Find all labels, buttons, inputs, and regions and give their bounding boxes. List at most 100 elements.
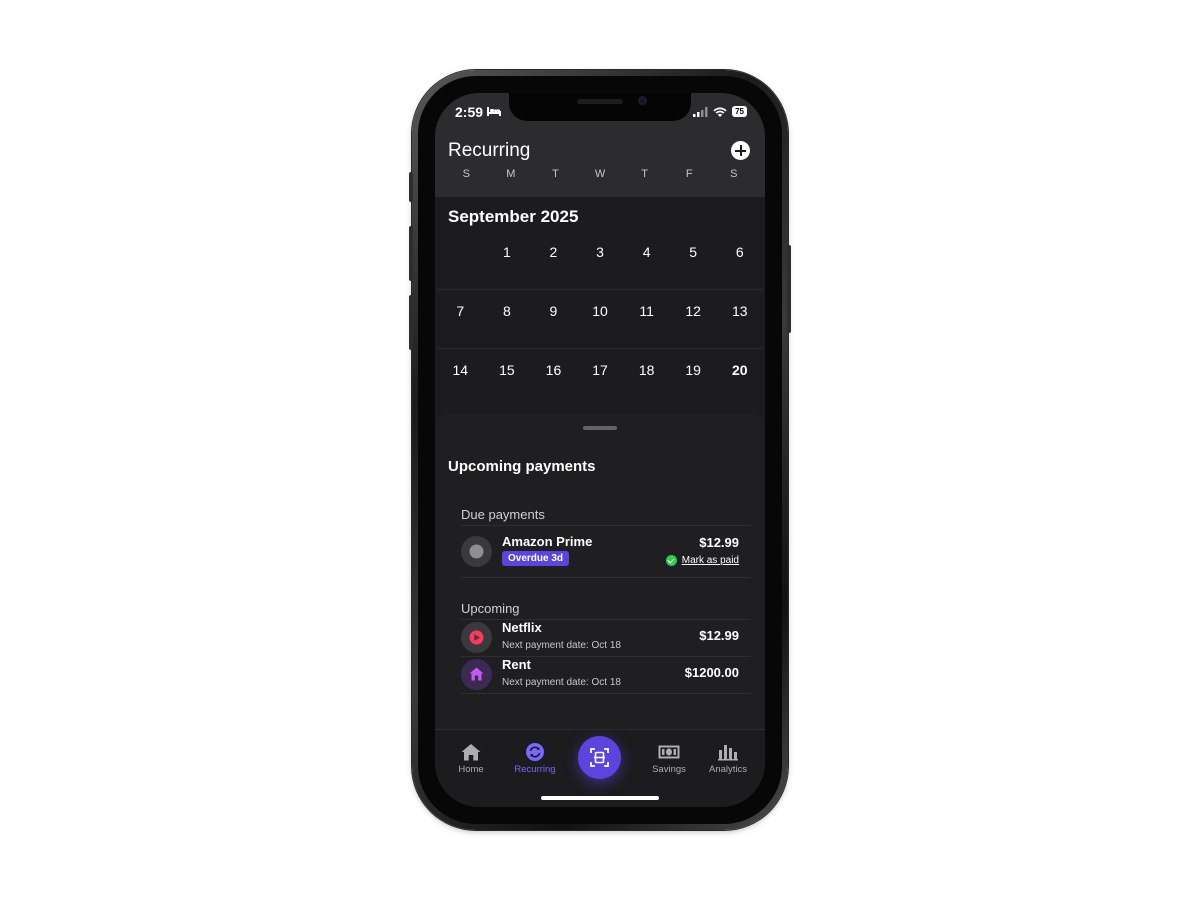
payment-icon: [461, 536, 492, 567]
tab-savings[interactable]: Savings: [639, 742, 699, 775]
sheet-grabber[interactable]: [583, 426, 617, 430]
sheet-title: Upcoming payments: [448, 458, 596, 475]
day-number: 13: [731, 303, 748, 319]
recurring-icon: [526, 743, 544, 761]
day-number: 17: [592, 362, 608, 378]
calendar-day[interactable]: 2: [530, 231, 577, 289]
overdue-badge: Overdue 3d: [502, 551, 570, 566]
day-number: 1: [502, 244, 511, 260]
payment-row-netflix[interactable]: Netflix Next payment date: Oct 18 $12.99: [461, 619, 739, 655]
upcoming-payments-sheet: Upcoming payments Due payments Amazon Pr…: [435, 413, 765, 729]
mark-as-paid-button[interactable]: Mark as paid: [665, 555, 739, 566]
payment-amount: $1200.00: [684, 665, 739, 680]
calendar-day[interactable]: 15: [484, 349, 531, 411]
divider: [461, 525, 751, 526]
weekday-label: T: [641, 168, 648, 180]
day-number: 15: [499, 362, 515, 378]
battery-indicator: 75: [732, 106, 747, 117]
calendar-day[interactable]: 9: [530, 290, 577, 348]
volume-down-button: [409, 295, 413, 350]
calendar-day[interactable]: 11: [623, 290, 670, 348]
day-number: 16: [545, 362, 562, 378]
day-number: 19: [685, 362, 701, 378]
payment-row-amazon-prime[interactable]: Amazon Prime Overdue 3d $12.99 Mark as p…: [461, 533, 739, 569]
day-number: 20: [731, 362, 748, 378]
calendar-day[interactable]: 5: [670, 231, 717, 289]
weekday-label: S: [462, 168, 470, 180]
house-icon: [469, 667, 484, 681]
calendar-day[interactable]: 7: [437, 290, 484, 348]
payment-icon: [461, 622, 492, 653]
page-title: Recurring: [448, 140, 531, 161]
calendar-day[interactable]: 8: [484, 290, 531, 348]
power-button: [787, 245, 791, 333]
sleep-focus-icon: [487, 107, 501, 116]
due-payments-label: Due payments: [461, 507, 545, 522]
payment-row-rent[interactable]: Rent Next payment date: Oct 18 $1200.00: [461, 656, 739, 692]
cellular-signal-icon: [693, 106, 708, 117]
day-number: 10: [592, 303, 608, 319]
calendar-day[interactable]: 6: [716, 231, 763, 289]
day-number: 8: [502, 303, 511, 319]
calendar-day[interactable]: 12: [670, 290, 717, 348]
tab-analytics[interactable]: Analytics: [698, 742, 758, 775]
calendar-day[interactable]: 1: [484, 231, 531, 289]
calendar-day[interactable]: 19: [670, 349, 717, 411]
upcoming-label: Upcoming: [461, 601, 520, 616]
weekday-label: T: [552, 168, 559, 180]
mute-switch: [409, 172, 413, 202]
day-number: 5: [689, 244, 698, 260]
next-payment-date: Next payment date: Oct 18: [502, 677, 621, 688]
payment-name: Rent: [502, 657, 531, 672]
calendar-day[interactable]: 4: [623, 231, 670, 289]
mark-as-paid-label: Mark as paid: [681, 555, 739, 566]
calendar-day[interactable]: 13: [716, 290, 763, 348]
calendar-day[interactable]: 14: [437, 349, 484, 411]
tab-home[interactable]: Home: [441, 742, 501, 775]
calendar-day-empty: [437, 231, 484, 289]
calendar-week-row: 7 8 9 10 11 12 13: [437, 290, 763, 349]
speaker-grille: [577, 99, 623, 104]
add-button[interactable]: [731, 141, 750, 160]
tab-label: Recurring: [514, 764, 556, 775]
weekday-header: S M T W T F S: [444, 168, 756, 180]
day-number: 9: [549, 303, 558, 319]
payment-icon: [461, 659, 492, 690]
day-number: 2: [549, 244, 558, 260]
divider: [461, 577, 751, 578]
next-payment-date: Next payment date: Oct 18: [502, 640, 621, 651]
calendar-day[interactable]: 18: [623, 349, 670, 411]
payment-amount: $12.99: [699, 535, 739, 550]
weekday-label: M: [506, 168, 516, 180]
front-camera: [638, 96, 647, 105]
calendar-week-row: 14 15 16 17 18 19 20: [437, 349, 763, 411]
scan-receipt-button[interactable]: [578, 736, 621, 779]
weekday-label: W: [594, 168, 606, 180]
payment-name: Amazon Prime: [502, 534, 593, 549]
day-number: 11: [639, 303, 654, 319]
calendar-day[interactable]: 16: [530, 349, 577, 411]
circle-icon: [469, 544, 484, 559]
play-icon: [469, 630, 484, 645]
calendar-day-today[interactable]: 20: [716, 349, 763, 411]
calendar-day[interactable]: 10: [577, 290, 624, 348]
bar-chart-icon: [718, 745, 738, 761]
calendar-day-with-event[interactable]: 17: [577, 349, 624, 411]
day-number: 7: [456, 303, 465, 319]
day-number: 12: [685, 303, 701, 319]
checkmark-icon: [665, 555, 677, 566]
weekday-label: S: [730, 168, 738, 180]
day-number: 18: [638, 362, 655, 378]
banknote-icon: [658, 745, 680, 759]
tab-recurring[interactable]: Recurring: [505, 742, 565, 775]
stage: 2:59 75 Recurring S M T W T F S Septembe…: [0, 0, 1200, 900]
weekday-label: F: [685, 168, 693, 180]
wifi-icon: [713, 106, 727, 117]
day-number: 14: [452, 362, 469, 378]
volume-up-button: [409, 226, 413, 281]
status-time: 2:59: [455, 104, 484, 120]
scan-icon: [590, 748, 609, 767]
payment-amount: $12.99: [699, 628, 739, 643]
notch: [509, 93, 691, 121]
calendar-day[interactable]: 3: [577, 231, 624, 289]
